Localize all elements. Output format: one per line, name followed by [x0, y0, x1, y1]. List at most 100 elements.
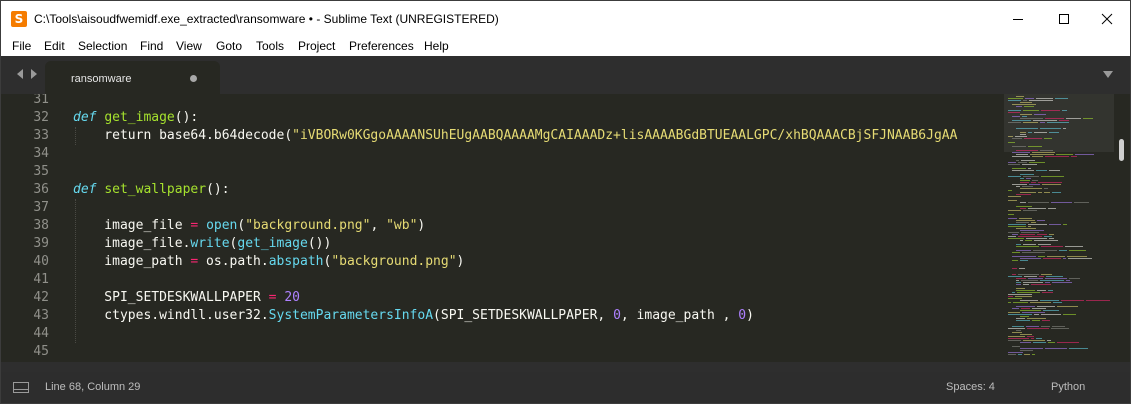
minimap[interactable]: [1004, 94, 1114, 362]
close-button[interactable]: [1084, 1, 1130, 36]
minimap-line: [1049, 224, 1061, 225]
minimap-line: [1020, 182, 1029, 183]
menu-file[interactable]: File: [12, 39, 31, 53]
minimap-line: [1042, 320, 1050, 321]
minimap-line: [1020, 342, 1031, 343]
horizontal-scrollbar[interactable]: [1, 362, 1130, 372]
minimap-line: [1008, 226, 1026, 227]
minimap-line: [1029, 162, 1045, 163]
minimap-line: [1049, 132, 1059, 133]
code-line-32: def get_image():: [73, 110, 199, 125]
tab-label: ransomware: [71, 73, 132, 85]
minimap-line: [1049, 238, 1054, 239]
minimap-line: [1008, 224, 1026, 225]
tab-back-arrow-icon[interactable]: [15, 68, 25, 80]
minimap-line: [1020, 334, 1032, 335]
menu-edit[interactable]: Edit: [44, 39, 65, 53]
minimap-line: [1015, 296, 1032, 297]
minimap-line: [1067, 256, 1087, 257]
line-number: 40: [33, 254, 49, 269]
code-editor[interactable]: 31 32 33 34 35 36 37 38 39 40 41 42 43 4…: [1, 94, 1130, 362]
tab-modified-dot-icon[interactable]: [190, 75, 197, 82]
minimap-line: [1016, 228, 1036, 229]
minimap-line: [1008, 218, 1017, 219]
menu-preferences[interactable]: Preferences: [349, 39, 414, 53]
tab-list-dropdown-icon[interactable]: [1102, 70, 1114, 79]
status-bar: Line 68, Column 29 Spaces: 4 Python: [1, 372, 1130, 403]
vertical-scrollbar-thumb[interactable]: [1119, 139, 1124, 161]
sublime-text-logo-icon: S: [11, 11, 27, 27]
menu-help[interactable]: Help: [424, 39, 449, 53]
minimap-line: [1037, 290, 1046, 291]
code-text-area[interactable]: def get_image(): return base64.b64decode…: [73, 94, 1003, 362]
minimap-line: [1020, 350, 1033, 351]
minimap-line: [1016, 330, 1021, 331]
minimap-line: [1023, 100, 1027, 101]
minimap-line: [1032, 354, 1035, 355]
minimap-line: [1075, 154, 1094, 155]
minimap-line: [1020, 230, 1044, 231]
syntax-selector[interactable]: Python: [1051, 381, 1085, 393]
minimap-line: [1048, 208, 1056, 209]
menu-view[interactable]: View: [176, 39, 202, 53]
minimap-line: [1020, 258, 1041, 259]
menu-project[interactable]: Project: [298, 39, 335, 53]
minimize-button[interactable]: [995, 1, 1041, 36]
menu-find[interactable]: Find: [140, 39, 163, 53]
minimap-line: [1028, 226, 1031, 227]
minimap-line: [1020, 174, 1034, 175]
minimap-line: [1008, 162, 1016, 163]
minimap-line: [1033, 120, 1057, 121]
minimap-line: [1037, 220, 1045, 221]
minimap-line: [1020, 102, 1032, 103]
minimap-line: [1044, 192, 1050, 193]
minimap-line: [1008, 328, 1025, 329]
indentation-setting[interactable]: Spaces: 4: [946, 381, 995, 393]
minimap-line: [1016, 96, 1024, 97]
minimap-line: [1042, 292, 1053, 293]
minimap-line: [1052, 282, 1072, 283]
minimap-line: [1008, 236, 1016, 237]
minimap-line: [1026, 326, 1039, 327]
minimap-line: [1020, 132, 1026, 133]
tab-ransomware[interactable]: ransomware: [45, 61, 220, 94]
code-line-40: image_path = os.path.abspath("background…: [73, 254, 465, 269]
minimap-line: [1023, 122, 1038, 123]
minimap-line: [1012, 326, 1024, 327]
vertical-scrollbar[interactable]: [1114, 94, 1130, 362]
minimap-line: [1063, 258, 1066, 259]
minimap-line: [1012, 346, 1020, 347]
console-toggle-icon[interactable]: [13, 382, 29, 393]
maximize-button[interactable]: [1041, 1, 1087, 36]
minimap-line: [1016, 160, 1019, 161]
tab-forward-arrow-icon[interactable]: [29, 68, 39, 80]
minimap-line: [1013, 302, 1028, 303]
minimap-line: [1019, 218, 1032, 219]
minimap-line: [1037, 234, 1047, 235]
minimap-line: [1008, 336, 1025, 337]
minimize-icon: [1013, 18, 1023, 20]
minimap-line: [1012, 170, 1034, 171]
code-line-33: return base64.b64decode("iVBORw0KGgoAAAA…: [73, 128, 958, 143]
minimap-line: [1045, 156, 1069, 157]
minimap-line: [1041, 176, 1064, 177]
minimap-line: [1016, 186, 1020, 187]
minimap-line: [1027, 318, 1046, 319]
minimap-line: [1040, 300, 1059, 301]
minimap-line: [1043, 310, 1059, 311]
menu-selection[interactable]: Selection: [78, 39, 127, 53]
minimap-line: [1028, 278, 1043, 279]
minimap-line: [1037, 306, 1055, 307]
minimap-line: [1041, 274, 1052, 275]
minimap-line: [1020, 178, 1024, 179]
close-icon: [1101, 13, 1113, 24]
minimap-line: [1031, 284, 1051, 285]
menu-tools[interactable]: Tools: [256, 39, 284, 53]
minimap-line: [1008, 340, 1021, 341]
minimap-line: [1049, 170, 1060, 171]
minimap-line: [1020, 114, 1032, 115]
minimap-line: [1020, 208, 1026, 209]
minimap-line: [1063, 128, 1066, 129]
minimap-line: [1047, 340, 1051, 341]
menu-goto[interactable]: Goto: [216, 39, 242, 53]
